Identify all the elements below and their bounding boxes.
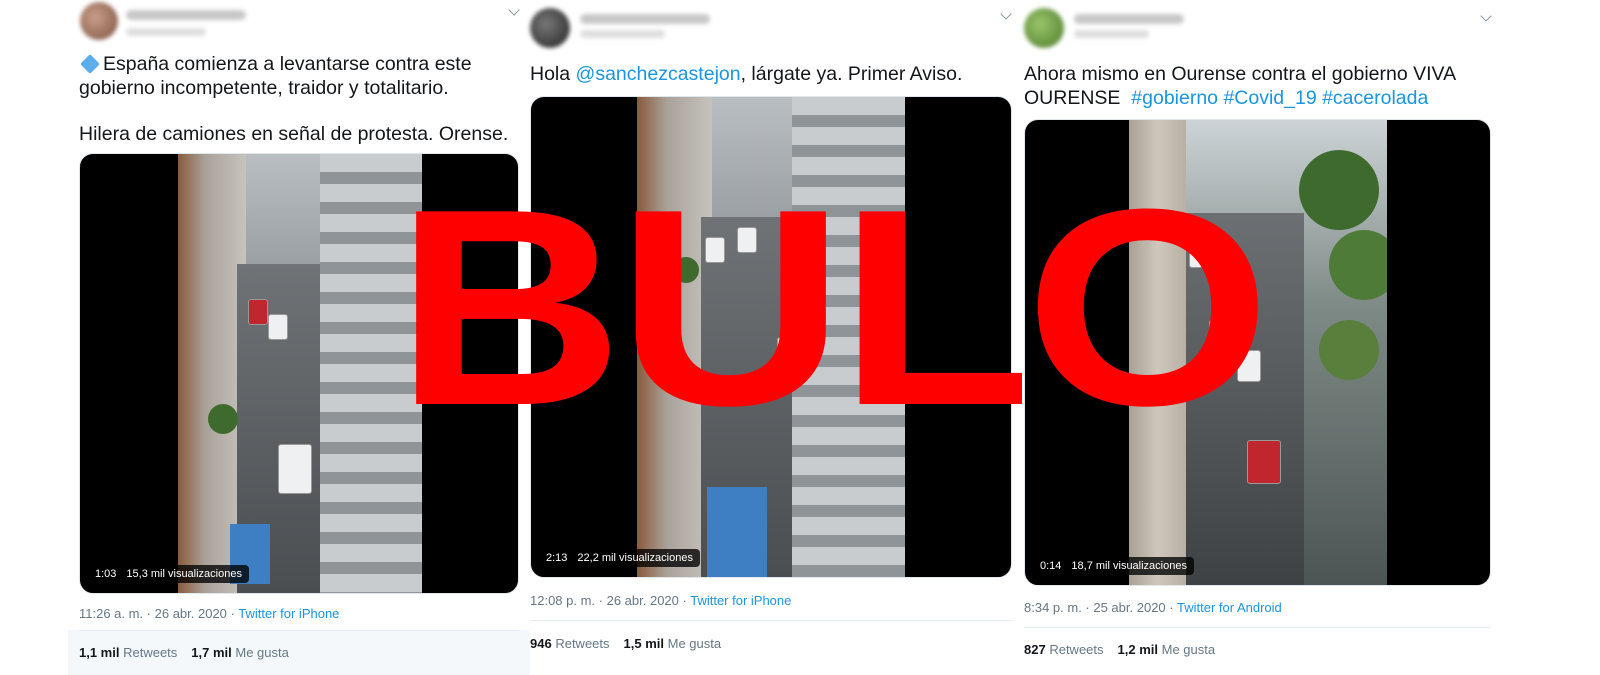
retweets-label[interactable]: Retweets — [555, 636, 609, 651]
avatar[interactable] — [530, 8, 570, 48]
video-frame — [178, 154, 422, 593]
likes-label[interactable]: Me gusta — [668, 636, 721, 651]
hashtag-links[interactable]: #gobierno #Covid_19 #cacerolada — [1131, 87, 1428, 109]
video-info-badge: 0:14 18,7 mil visualizaciones — [1033, 557, 1194, 575]
video-info-badge: 2:13 22,2 mil visualizaciones — [539, 549, 700, 567]
chevron-down-icon[interactable] — [508, 4, 520, 16]
tweet-header — [1024, 0, 1500, 50]
tweet-stats: 946 Retweets 1,5 mil Me gusta — [530, 636, 722, 651]
likes-label[interactable]: Me gusta — [235, 645, 288, 660]
tweet-timestamp[interactable]: 8:34 p. m. · 25 abr. 2020 · Twitter for … — [1024, 600, 1282, 615]
video-info-badge: 1:03 15,3 mil visualizaciones — [88, 565, 249, 583]
blurred-username — [126, 10, 246, 20]
retweets-label[interactable]: Retweets — [1049, 642, 1103, 657]
likes-label[interactable]: Me gusta — [1162, 642, 1215, 657]
avatar[interactable] — [80, 2, 118, 40]
divider — [530, 620, 1012, 621]
blue-diamond-emoji-icon — [80, 54, 100, 74]
mention-link[interactable]: @sanchezcastejon — [576, 63, 741, 85]
tweet-timestamp[interactable]: 11:26 a. m. · 26 abr. 2020 · Twitter for… — [79, 606, 339, 621]
tweet-text: Hola @sanchezcastejon, lárgate ya. Prime… — [530, 63, 963, 85]
tweet-stats: 827 Retweets 1,2 mil Me gusta — [1024, 642, 1216, 657]
tweet-source-link[interactable]: Twitter for iPhone — [690, 593, 791, 608]
hoax-stamp: BULO — [395, 152, 1271, 464]
blurred-handle — [126, 28, 206, 36]
blurred-handle — [580, 30, 665, 38]
tweet-header — [530, 0, 1024, 50]
chevron-down-icon[interactable] — [1480, 10, 1492, 22]
tweet-header — [68, 0, 530, 50]
tweet-stats: 1,1 mil Retweets 1,7 mil Me gusta — [79, 645, 289, 660]
divider — [79, 630, 519, 631]
avatar[interactable] — [1024, 8, 1064, 48]
tweet-timestamp[interactable]: 12:08 p. m. · 26 abr. 2020 · Twitter for… — [530, 593, 791, 608]
blurred-handle — [1074, 30, 1149, 38]
chevron-down-icon[interactable] — [1000, 8, 1012, 20]
tweet-text: España comienza a levantarse contra este… — [79, 53, 509, 145]
tweet-text: Ahora mismo en Ourense contra el gobiern… — [1024, 63, 1457, 109]
tweet-source-link[interactable]: Twitter for Android — [1177, 600, 1282, 615]
tweet-source-link[interactable]: Twitter for iPhone — [238, 606, 339, 621]
retweets-label[interactable]: Retweets — [123, 645, 177, 660]
blurred-username — [1074, 14, 1184, 24]
blurred-username — [580, 14, 710, 24]
divider — [1024, 627, 1491, 628]
